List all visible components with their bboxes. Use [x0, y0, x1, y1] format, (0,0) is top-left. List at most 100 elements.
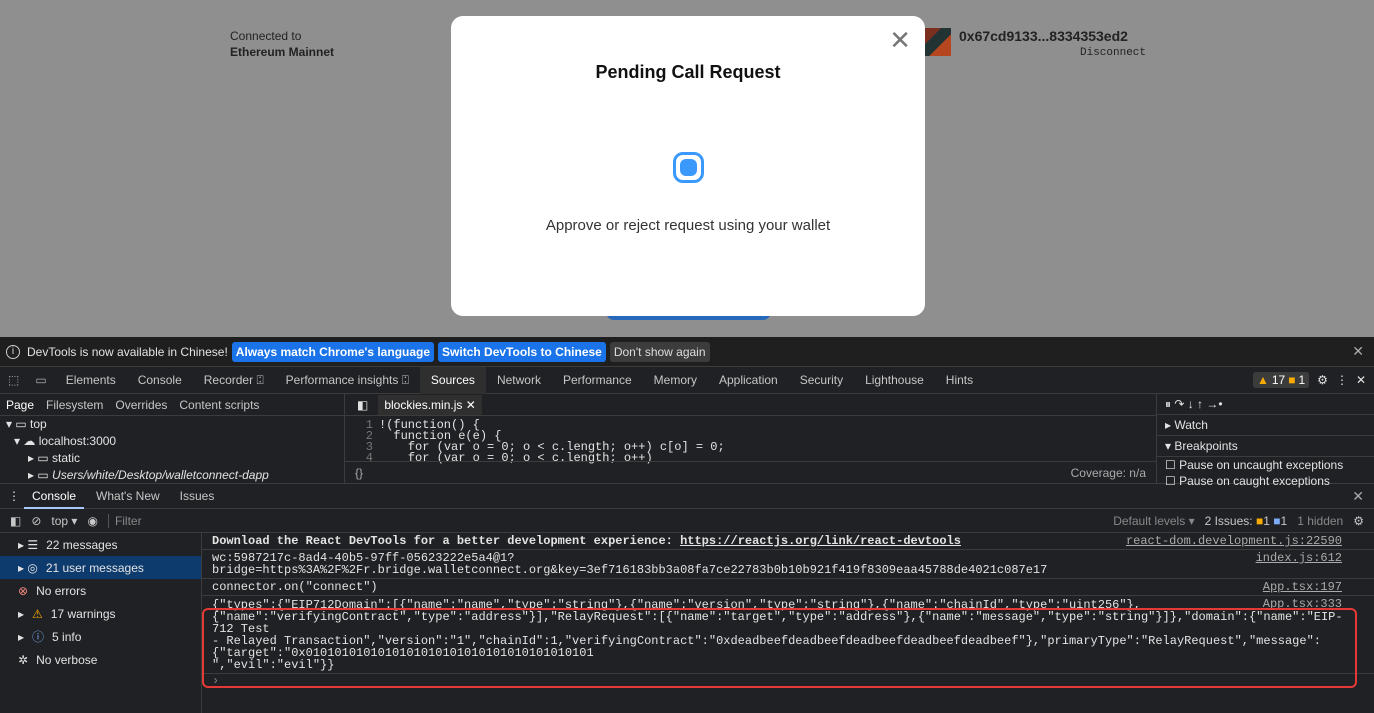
settings-icon[interactable]: ⚙: [1353, 514, 1364, 528]
breakpoints-label: Breakpoints: [1174, 439, 1238, 453]
switch-chinese-button[interactable]: Switch DevTools to Chinese: [438, 341, 606, 362]
watch-label: Watch: [1174, 418, 1208, 432]
close-icon[interactable]: ✕: [1352, 343, 1364, 360]
tree-item[interactable]: ▾ ☁ localhost:3000: [6, 433, 344, 450]
coverage-label: Coverage: n/a: [1070, 465, 1146, 480]
message-link[interactable]: https://reactjs.org/link/react-devtools: [680, 534, 961, 548]
tab-memory[interactable]: Memory: [643, 373, 708, 387]
drawer-tab-issues[interactable]: Issues: [172, 489, 223, 503]
breakpoints-section[interactable]: ▾ Breakpoints: [1157, 436, 1374, 457]
tab-application[interactable]: Application: [708, 373, 789, 387]
watch-section[interactable]: ▸ Watch: [1157, 415, 1374, 436]
info-icon: ⓘ: [32, 630, 45, 644]
sidebar-toggle-icon[interactable]: ◧: [357, 398, 368, 412]
source-link[interactable]: App.tsx:333: [1262, 598, 1342, 610]
sidebar-label: No verbose: [36, 652, 98, 667]
devtools-panel: i DevTools is now available in Chinese! …: [0, 337, 1374, 713]
tab-recorder[interactable]: Recorder ⍠: [193, 373, 275, 388]
tree-label: static: [52, 451, 81, 465]
warnings-count: 17: [1271, 373, 1286, 387]
tab-elements[interactable]: Elements: [55, 373, 127, 387]
more-icon[interactable]: ⋮: [1336, 373, 1348, 387]
sidebar-item-messages[interactable]: ▸ ☰ 22 messages: [0, 533, 201, 556]
file-tab[interactable]: blockies.min.js ✕: [378, 394, 482, 415]
tab-hints[interactable]: Hints: [935, 373, 984, 387]
disconnect-button[interactable]: Disconnect: [1080, 47, 1146, 59]
settings-icon[interactable]: ⚙: [1317, 373, 1328, 387]
issues-info-count: 1: [1280, 513, 1288, 528]
console-prompt[interactable]: ›: [202, 674, 1374, 688]
tab-console[interactable]: Console: [127, 373, 193, 387]
tab-lighthouse[interactable]: Lighthouse: [854, 373, 935, 387]
nav-tab-overrides[interactable]: Overrides: [115, 398, 167, 412]
message-text: connector.on("connect"): [212, 580, 378, 594]
sidebar-label: No errors: [36, 583, 87, 598]
language-infobar: i DevTools is now available in Chinese! …: [0, 337, 1374, 367]
match-language-button[interactable]: Always match Chrome's language: [231, 341, 435, 362]
nav-tab-filesystem[interactable]: Filesystem: [46, 398, 103, 412]
tree-label: Users/white/Desktop/walletconnect-dapp: [52, 468, 269, 482]
nav-tab-content-scripts[interactable]: Content scripts: [179, 398, 259, 412]
tab-performance[interactable]: Performance: [552, 373, 643, 387]
drawer-tab-whats-new[interactable]: What's New: [88, 489, 168, 503]
tree-label: top: [30, 417, 47, 431]
modal-message: Approve or reject request using your wal…: [545, 217, 831, 234]
sidebar-item-warnings[interactable]: ▸ ⚠ 17 warnings: [0, 602, 201, 625]
issues-label: 2 Issues:: [1204, 513, 1253, 528]
tab-network[interactable]: Network: [486, 373, 552, 387]
drawer-menu-icon[interactable]: ⋮: [8, 489, 20, 503]
warning-icon: ⚠: [32, 606, 43, 621]
source-link[interactable]: App.tsx:197: [1262, 581, 1342, 593]
warning-icon: ▲: [1256, 373, 1269, 387]
tree-item[interactable]: ▸ ▭ Users/white/Desktop/walletconnect-da…: [6, 467, 344, 484]
console-sidebar: ▸ ☰ 22 messages ▸ ◎ 21 user messages ⊗ N…: [0, 533, 202, 713]
debug-controls[interactable]: ⏸ ↷ ↓ ↑ →•: [1157, 394, 1374, 415]
connected-label: Connected to: [230, 29, 302, 43]
file-tab-label: blockies.min.js: [384, 397, 463, 412]
connection-info: Connected to Ethereum Mainnet: [230, 28, 334, 60]
issues-button[interactable]: 2 Issues: ■1 ■1: [1205, 514, 1288, 528]
tree-item[interactable]: ▾ ▭ top: [6, 416, 344, 433]
context-label: top: [51, 513, 69, 528]
drawer-tab-console[interactable]: Console: [24, 484, 85, 509]
inspect-icon[interactable]: ⬚: [0, 373, 27, 387]
code-editor: ◧ blockies.min.js ✕ 1 !(function() { 2 fun…: [345, 394, 1157, 483]
message-text: wc:5987217c-8ad4-40b5-97ff-05623222e5a4@…: [212, 551, 1048, 577]
source-link[interactable]: react-dom.development.js:22590: [1125, 535, 1342, 547]
warnings-badge[interactable]: ▲ 17 ■ 1: [1252, 372, 1310, 388]
close-icon[interactable]: ✕: [889, 27, 911, 53]
dont-show-button[interactable]: Don't show again: [609, 341, 710, 362]
file-navigator: Page Filesystem Overrides Content script…: [0, 394, 345, 483]
hidden-count: 1 hidden: [1297, 513, 1344, 528]
pause-uncaught-checkbox[interactable]: ☐ Pause on uncaught exceptions: [1157, 457, 1374, 473]
tree-item[interactable]: ▸ ▭ static: [6, 450, 344, 467]
sidebar-item-verbose[interactable]: ✲ No verbose: [0, 648, 201, 671]
close-drawer-icon[interactable]: ✕: [1352, 488, 1364, 505]
console-toolbar: ◧ ⊘ top ▾ ◉ Filter Default levels ▾ 2 Is…: [0, 509, 1374, 533]
loader-icon: [673, 152, 704, 183]
devtools-tabs: ⬚ ▭ Elements Console Recorder ⍠ Performa…: [0, 366, 1374, 394]
pretty-print-icon[interactable]: {}: [355, 466, 363, 480]
nav-tab-page[interactable]: Page: [6, 398, 34, 412]
tab-performance-insights[interactable]: Performance insights ⍠: [275, 373, 420, 388]
tab-security[interactable]: Security: [789, 373, 854, 387]
close-devtools-icon[interactable]: ✕: [1356, 373, 1366, 387]
bug-icon: ✲: [18, 652, 29, 667]
tab-sources[interactable]: Sources: [419, 366, 486, 394]
console-body: ▸ ☰ 22 messages ▸ ◎ 21 user messages ⊗ N…: [0, 533, 1374, 713]
eye-icon[interactable]: ◉: [87, 514, 97, 528]
sidebar-item-info[interactable]: ▸ ⓘ 5 info: [0, 625, 201, 648]
sidebar-item-errors[interactable]: ⊗ No errors: [0, 579, 201, 602]
device-toggle-icon[interactable]: ▭: [27, 373, 54, 387]
blockie-avatar: [925, 28, 951, 56]
sources-panel: Page Filesystem Overrides Content script…: [0, 394, 1374, 488]
levels-dropdown[interactable]: Default levels ▾: [1113, 514, 1194, 528]
context-select[interactable]: top ▾: [51, 514, 77, 528]
info-icon: i: [6, 344, 20, 359]
filter-input[interactable]: Filter: [107, 513, 142, 528]
sidebar-item-user-messages[interactable]: ▸ ◎ 21 user messages: [0, 556, 201, 579]
console-message: wc:5987217c-8ad4-40b5-97ff-05623222e5a4@…: [202, 550, 1374, 579]
clear-console-icon[interactable]: ⊘: [31, 514, 41, 528]
sidebar-toggle-icon[interactable]: ◧: [10, 514, 21, 528]
source-link[interactable]: index.js:612: [1255, 552, 1342, 564]
